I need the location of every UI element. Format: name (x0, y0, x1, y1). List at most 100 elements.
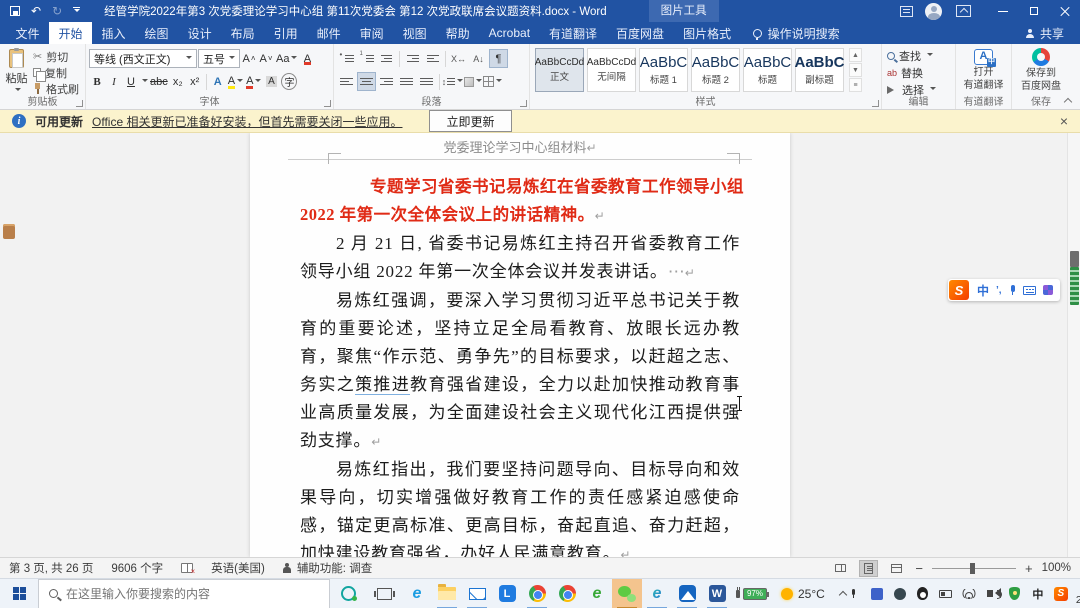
line-spacing-button[interactable]: ↕ (443, 72, 462, 91)
zoom-level[interactable]: 100% (1042, 562, 1071, 574)
justify-button[interactable] (397, 72, 416, 91)
taskbar-edge[interactable]: e (642, 579, 672, 608)
taskbar-browser-2[interactable] (552, 579, 582, 608)
accessibility-status[interactable]: 辅助功能: 调查 (283, 560, 372, 576)
word-count[interactable]: 9606 个字 (111, 560, 163, 576)
subscript-button[interactable]: x₂ (170, 72, 186, 91)
italic-button[interactable]: I (106, 72, 122, 91)
align-left-button[interactable] (337, 72, 356, 91)
tab-draw[interactable]: 绘图 (135, 22, 178, 44)
minimize-button[interactable] (987, 0, 1018, 22)
taskbar-chrome[interactable] (522, 579, 552, 608)
tray-qq-icon[interactable] (916, 587, 930, 601)
update-now-button[interactable]: 立即更新 (429, 110, 511, 132)
increase-indent-button[interactable] (423, 49, 442, 68)
task-view-button[interactable] (366, 579, 402, 608)
decrease-indent-button[interactable] (403, 49, 422, 68)
styles-scroll-down-icon[interactable]: ▼ (849, 63, 862, 77)
tell-me-search[interactable]: 操作说明搜索 (753, 22, 840, 44)
save-to-baidu-button[interactable]: 保存到 百度网盘 (1015, 47, 1067, 93)
font-dialog-launcher[interactable] (324, 100, 331, 107)
clear-formatting-button[interactable]: A (299, 49, 315, 68)
show-marks-button[interactable]: ¶ (489, 49, 508, 68)
tray-volume-icon[interactable] (985, 587, 999, 601)
tab-acrobat[interactable]: Acrobat (479, 22, 539, 44)
battery-status[interactable]: 97% (736, 588, 767, 600)
tray-battery-icon[interactable] (939, 587, 953, 601)
change-case-button[interactable]: Aa (275, 49, 298, 68)
tab-design[interactable]: 设计 (178, 22, 221, 44)
web-layout-button[interactable] (887, 560, 906, 577)
tray-sogou-icon[interactable]: S (1054, 587, 1068, 601)
zoom-out-button[interactable]: − (915, 561, 923, 576)
strikethrough-button[interactable]: abc (149, 72, 169, 91)
notification-close-icon[interactable]: × (1060, 114, 1068, 128)
distribute-button[interactable] (417, 72, 436, 91)
tab-youdao[interactable]: 有道翻译 (540, 22, 607, 44)
borders-button[interactable] (483, 72, 502, 91)
ime-punctuation[interactable]: ’, (996, 285, 1002, 296)
weather-widget[interactable]: 25°C (781, 587, 825, 601)
taskbar-wechat[interactable] (612, 579, 642, 608)
customize-qat-icon[interactable] (73, 7, 80, 15)
proofing-errors-icon[interactable] (181, 563, 193, 573)
tray-wifi-icon[interactable] (962, 587, 976, 601)
styles-scroll-up-icon[interactable]: ▲ (849, 48, 862, 62)
start-button[interactable] (0, 579, 38, 608)
tray-app-icon-1[interactable] (870, 587, 884, 601)
taskbar-ie-green[interactable]: e (582, 579, 612, 608)
styles-dialog-launcher[interactable] (872, 100, 879, 107)
open-youdao-button[interactable]: A 打开 有道翻译 (959, 47, 1008, 93)
ime-mic-icon[interactable] (1009, 285, 1016, 295)
page-indicator[interactable]: 第 3 页, 共 26 页 (9, 560, 93, 576)
taskbar-mountain-app[interactable] (672, 579, 702, 608)
zoom-slider-thumb[interactable] (970, 563, 975, 574)
align-center-button[interactable] (357, 72, 376, 91)
undo-icon[interactable]: ↶ (31, 5, 41, 17)
search-input[interactable] (66, 587, 319, 601)
tab-references[interactable]: 引用 (264, 22, 307, 44)
find-button[interactable]: 查找 (885, 48, 952, 64)
scrollbar-thumb[interactable] (1070, 251, 1079, 267)
superscript-button[interactable]: x² (187, 72, 203, 91)
tab-insert[interactable]: 插入 (92, 22, 135, 44)
style-heading1[interactable]: AaBbC 标题 1 (639, 48, 688, 92)
tab-file[interactable]: 文件 (6, 22, 49, 44)
cortana-button[interactable] (330, 579, 366, 608)
tab-view[interactable]: 视图 (393, 22, 436, 44)
ime-chinese-mode[interactable]: 中 (977, 282, 989, 299)
sogou-ime-toolbar[interactable]: S 中 ’, (948, 279, 1060, 301)
focus-icon[interactable] (900, 6, 913, 17)
taskbar-clock[interactable]: 15:28 2022/4/7 (1076, 580, 1080, 607)
vertical-scrollbar[interactable] (1067, 133, 1080, 557)
font-size-combo[interactable]: 五号 (198, 49, 240, 68)
style-subtitle[interactable]: AaBbC 副标题 (795, 48, 844, 92)
shading-button[interactable] (463, 72, 482, 91)
tray-mic-icon[interactable] (847, 587, 861, 601)
taskbar-pc-manager[interactable]: L (492, 579, 522, 608)
collapse-ribbon-icon[interactable] (1064, 97, 1072, 105)
notification-message-link[interactable]: Office 相关更新已准备好安装，但首先需要关闭一些应用。 (92, 113, 402, 130)
taskbar-ie[interactable]: e (402, 579, 432, 608)
tab-mailings[interactable]: 邮件 (307, 22, 350, 44)
document-area[interactable]: 党委理论学习中心组材料↵ 专题学习省委书记易炼红在省委教育工作领导小组 2022… (0, 133, 1080, 557)
save-icon[interactable] (10, 6, 20, 16)
tray-security-icon[interactable] (1008, 587, 1022, 601)
numbering-button[interactable] (357, 49, 376, 68)
style-normal[interactable]: AaBbCcDd 正文 (535, 48, 584, 92)
tray-ime-icon[interactable]: 中 (1031, 587, 1045, 601)
ribbon-display-options-icon[interactable] (956, 5, 971, 17)
bold-button[interactable]: B (89, 72, 105, 91)
close-button[interactable] (1049, 0, 1080, 22)
shrink-font-button[interactable]: A˅ (258, 49, 274, 68)
document-page[interactable]: 党委理论学习中心组材料↵ 专题学习省委书记易炼红在省委教育工作领导小组 2022… (250, 133, 790, 557)
copy-button[interactable]: 复制 (30, 65, 82, 80)
bullets-button[interactable] (337, 49, 356, 68)
tab-baidu-netdisk[interactable]: 百度网盘 (607, 22, 674, 44)
taskbar-explorer[interactable] (432, 579, 462, 608)
print-layout-button[interactable] (859, 560, 878, 577)
highlight-button[interactable]: A (227, 72, 244, 91)
font-name-combo[interactable]: 等线 (西文正文) (89, 49, 197, 68)
tab-review[interactable]: 审阅 (350, 22, 393, 44)
underline-button[interactable]: U (123, 72, 139, 91)
